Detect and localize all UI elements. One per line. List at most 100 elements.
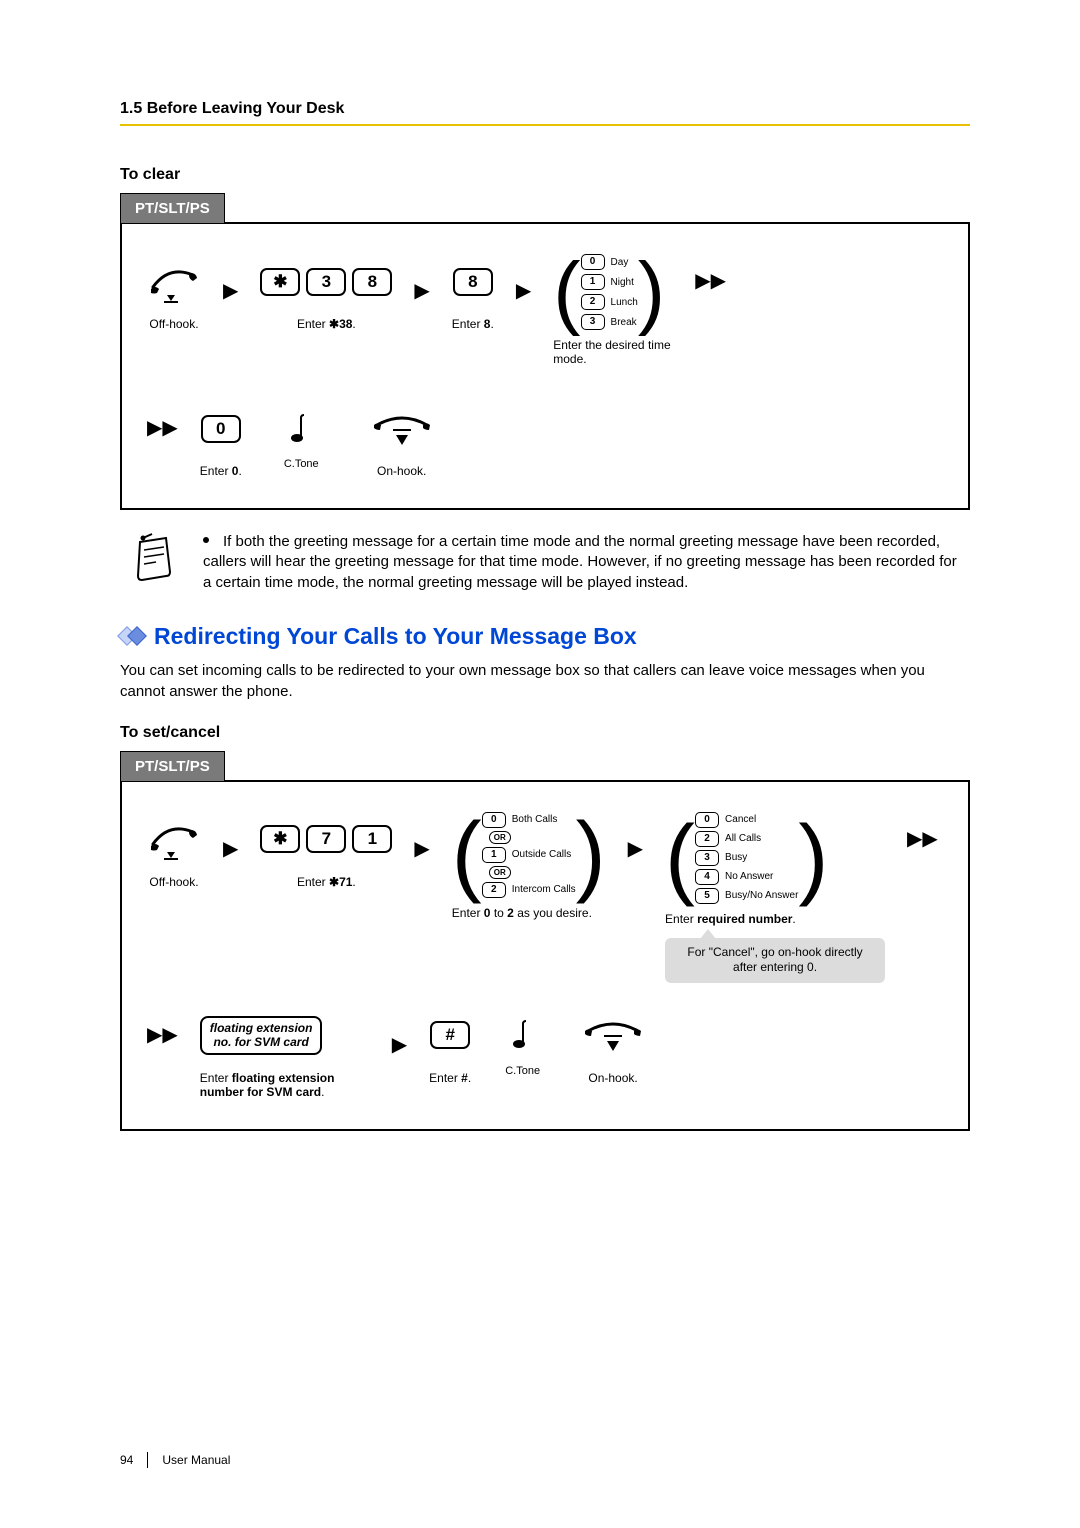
step-c-tone: C.Tone [284, 401, 319, 470]
key-star: ✱ [260, 825, 300, 853]
onhook-icon [582, 1008, 644, 1063]
key-hash: # [430, 1021, 470, 1049]
key-0: 0 [201, 415, 241, 443]
step-time-mode: ( 0Day 1Night 2Lunch 3Break ) Enter the … [553, 254, 673, 366]
opt-label: Break [611, 317, 637, 328]
device-tab-clear: PT/SLT/PS [120, 193, 225, 223]
clear-row-1: Off-hook. ▶ ✱ 3 8 Enter ✱38. ▶ [147, 254, 943, 366]
required-number-options: 0Cancel 2All Calls 3Busy 4No Answer 5Bus… [695, 812, 798, 904]
setcancel-row-1: Off-hook. ▶ ✱ 7 1 Enter ✱71. ▶ [147, 812, 943, 983]
right-bracket-icon: ) [798, 813, 828, 903]
enter-0-caption: Enter 0. [200, 464, 242, 478]
section-title-redirect: Redirecting Your Calls to Your Message B… [120, 623, 970, 650]
or-pill: OR [489, 831, 511, 844]
onhook-caption: On-hook. [377, 464, 426, 478]
key-5-small: 5 [695, 888, 719, 904]
key-4-small: 4 [695, 869, 719, 885]
opt-label: Intercom Calls [512, 884, 576, 895]
offhook-icon [147, 254, 201, 309]
arrow-icon: ▶ [414, 264, 429, 319]
arrow-icon: ▶ [223, 264, 238, 319]
opt-label: Cancel [725, 814, 756, 825]
key-3-small: 3 [695, 850, 719, 866]
key-0-small: 0 [695, 812, 719, 828]
running-header: 1.5 Before Leaving Your Desk [120, 100, 970, 118]
to-clear-heading: To clear [120, 166, 970, 184]
key-3-small: 3 [581, 314, 605, 330]
or-pill: OR [489, 866, 511, 879]
ctone-label: C.Tone [284, 458, 319, 470]
step-enter-38: ✱ 3 8 Enter ✱38. [260, 254, 392, 331]
opt-label: Day [611, 257, 629, 268]
step-c-tone: C.Tone [505, 1008, 540, 1077]
keypad-keys: ✱ 7 1 [260, 825, 392, 853]
opt-label: Lunch [611, 297, 638, 308]
key-8: 8 [453, 268, 493, 296]
time-mode-options: 0Day 1Night 2Lunch 3Break [581, 254, 638, 330]
step-enter-hash: # Enter #. [429, 1008, 471, 1085]
opt-label: No Answer [725, 871, 773, 882]
procedure-box-setcancel: Off-hook. ▶ ✱ 7 1 Enter ✱71. ▶ [120, 780, 970, 1131]
opt-label: Outside Calls [512, 849, 571, 860]
time-mode-caption: Enter the desired time mode. [553, 338, 673, 366]
key-2-small: 2 [695, 831, 719, 847]
arrow-icon: ▶ [223, 822, 238, 877]
opt-label: Night [611, 277, 634, 288]
page-number: 94 [120, 1453, 133, 1467]
onhook-icon [371, 401, 433, 456]
left-bracket-icon: ( [452, 816, 482, 894]
arrow-icon: ▶ [392, 1018, 407, 1073]
offhook-caption: Off-hook. [149, 317, 198, 331]
enter-38-caption: Enter ✱38. [297, 317, 356, 331]
left-bracket-icon: ( [553, 257, 580, 327]
cancel-callout: For "Cancel", go on-hook directly after … [665, 938, 885, 983]
key-star: ✱ [260, 268, 300, 296]
opt-label: Busy/No Answer [725, 890, 798, 901]
manual-page: 1.5 Before Leaving Your Desk To clear PT… [0, 0, 1080, 1528]
offhook-caption: Off-hook. [149, 875, 198, 889]
arrow-icon: ▶ [414, 822, 429, 877]
enter-hash-caption: Enter #. [429, 1071, 471, 1085]
required-number-caption: Enter required number. [665, 912, 796, 926]
step-onhook: On-hook. [371, 401, 433, 478]
ctone-icon [509, 1008, 537, 1063]
call-types-caption: Enter 0 to 2 as you desire. [452, 906, 592, 920]
right-bracket-icon: ) [638, 257, 665, 327]
call-type-options: 0 Both Calls OR 1 Outside Calls OR 2 Interc… [482, 812, 576, 898]
double-arrow-icon: ▶▶ [907, 812, 938, 867]
step-call-types: ( 0 Both Calls OR 1 Outside Calls OR 2 Inte… [452, 812, 606, 920]
key-2-small: 2 [482, 882, 506, 898]
key-1-small: 1 [581, 274, 605, 290]
header-rule [120, 124, 970, 126]
key-3: 3 [306, 268, 346, 296]
opt-label: Busy [725, 852, 747, 863]
setcancel-row-2: ▶▶ floating extension no. for SVM card E… [147, 1008, 943, 1099]
arrow-icon: ▶ [628, 822, 643, 877]
footer-divider [147, 1452, 148, 1468]
procedure-box-clear: Off-hook. ▶ ✱ 3 8 Enter ✱38. ▶ [120, 222, 970, 510]
double-arrow-icon: ▶▶ [695, 254, 726, 309]
key-1: 1 [352, 825, 392, 853]
key-0-small: 0 [581, 254, 605, 270]
enter-71-caption: Enter ✱71. [297, 875, 356, 889]
step-floating-ext: floating extension no. for SVM card Ente… [200, 1008, 370, 1099]
device-tab-setcancel: PT/SLT/PS [120, 751, 225, 781]
key-0-small: 0 [482, 812, 506, 828]
key-1-small: 1 [482, 847, 506, 863]
arrow-icon: ▶ [516, 264, 531, 319]
note-text: If both the greeting message for a certa… [203, 532, 960, 593]
ctone-label: C.Tone [505, 1065, 540, 1077]
floating-ext-box: floating extension no. for SVM card [200, 1016, 323, 1055]
step-enter-8: 8 Enter 8. [452, 254, 494, 331]
left-bracket-icon: ( [665, 813, 695, 903]
ctone-icon [287, 401, 315, 456]
key-8: 8 [352, 268, 392, 296]
opt-label: Both Calls [512, 814, 558, 825]
key-7: 7 [306, 825, 346, 853]
keypad-keys: ✱ 3 8 [260, 268, 392, 296]
clear-row-2: ▶▶ 0 Enter 0. [147, 401, 943, 478]
note-block: If both the greeting message for a certa… [130, 532, 970, 593]
onhook-caption: On-hook. [588, 1071, 637, 1085]
page-footer: 94 User Manual [120, 1452, 230, 1468]
double-arrow-icon: ▶▶ [147, 1008, 178, 1063]
